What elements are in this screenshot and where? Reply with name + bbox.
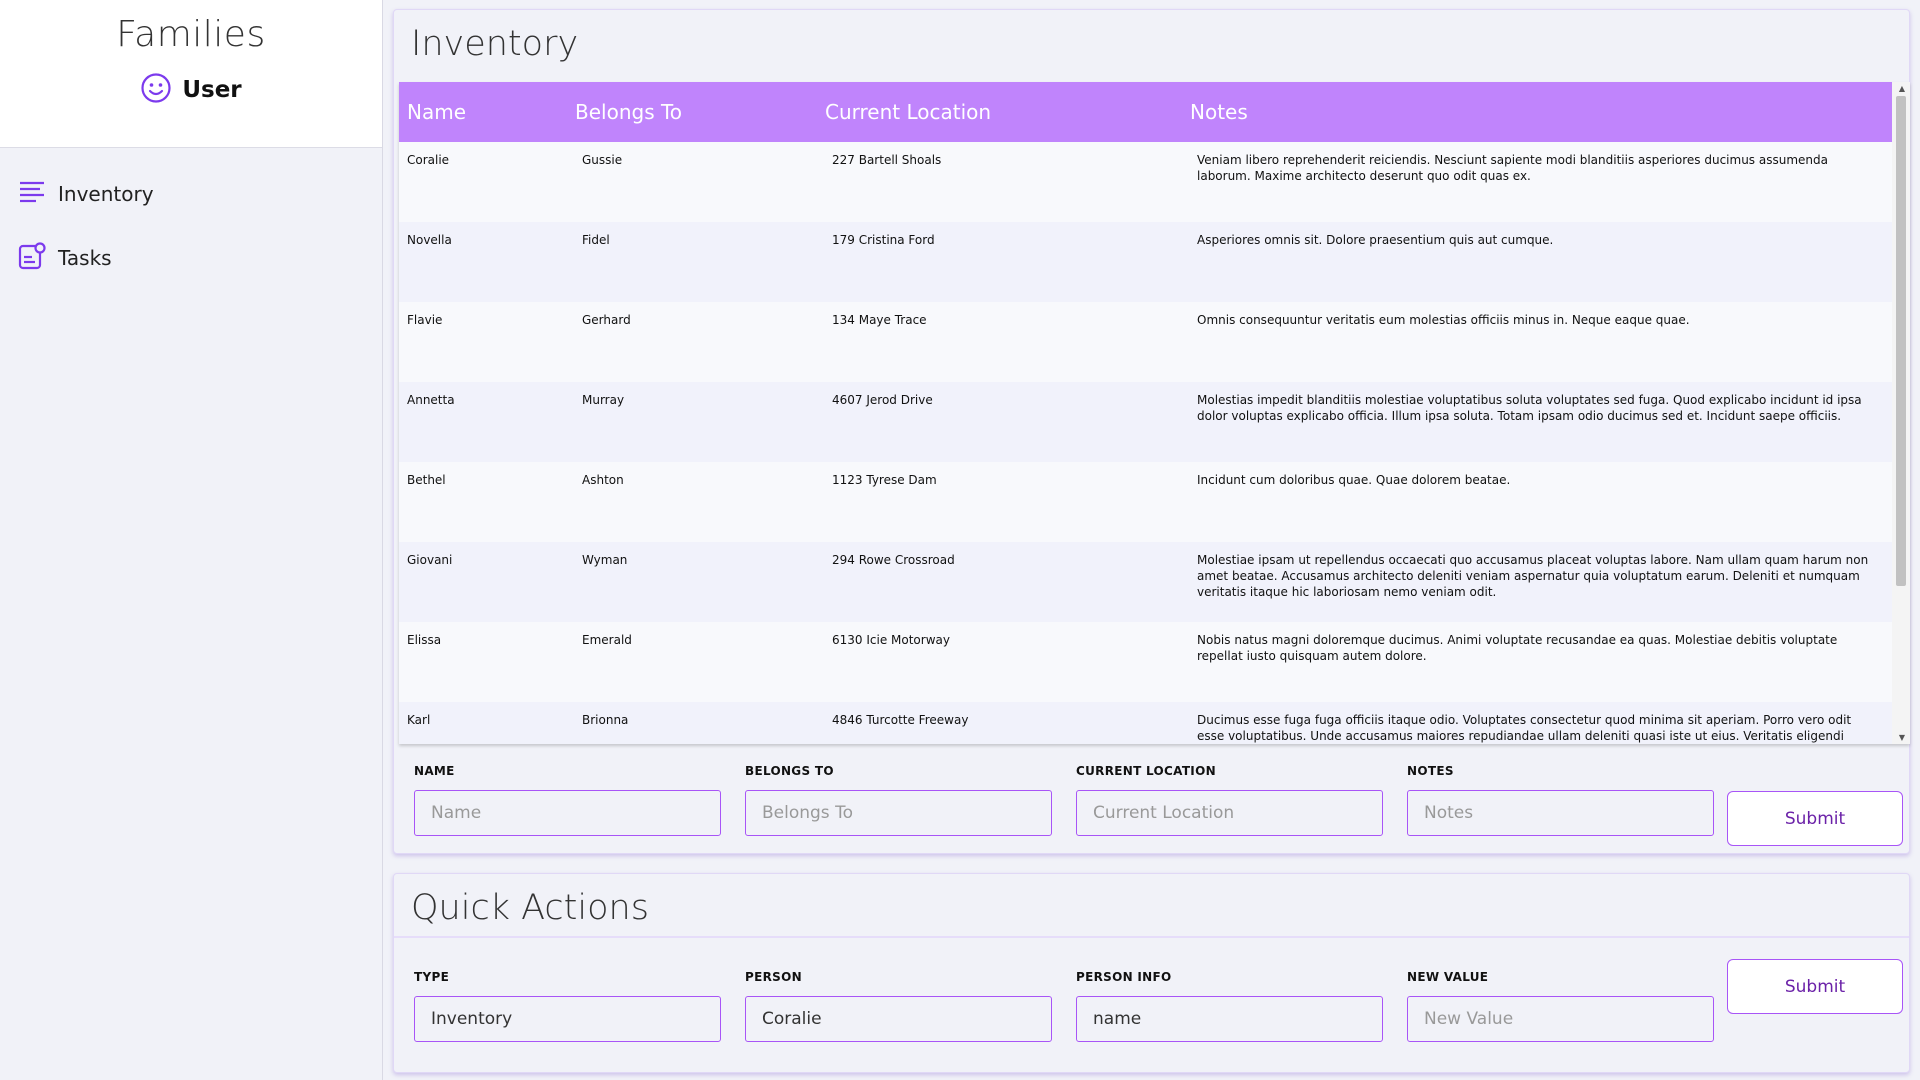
quick-actions-title: Quick Actions bbox=[394, 874, 1909, 938]
cell-belongs-to: Gerhard bbox=[582, 313, 631, 327]
user-profile[interactable]: User bbox=[0, 72, 382, 108]
inventory-title: Inventory bbox=[411, 24, 579, 64]
cell-notes: Ducimus esse fuga fuga officiis itaque o… bbox=[1197, 713, 1852, 743]
quick-actions-submit-button[interactable]: Submit bbox=[1727, 959, 1903, 1014]
user-name: User bbox=[182, 77, 242, 103]
cell-belongs-to: Fidel bbox=[582, 233, 610, 247]
table-scrollbar[interactable]: ▲ ▼ bbox=[1892, 82, 1910, 744]
sidebar-item-inventory[interactable]: Inventory bbox=[0, 162, 382, 226]
app-title: Families bbox=[116, 14, 266, 55]
current-location-field-group: Current Location bbox=[1076, 764, 1383, 836]
type-field-group: Type bbox=[414, 970, 721, 1042]
scroll-up-arrow-icon[interactable]: ▲ bbox=[1899, 84, 1905, 93]
person-info-input[interactable] bbox=[1076, 996, 1383, 1042]
cell-belongs-to: Murray bbox=[582, 393, 625, 407]
scroll-down-arrow-icon[interactable]: ▼ bbox=[1899, 733, 1905, 742]
cell-notes: Molestias impedit blanditiis molestiae v… bbox=[1197, 393, 1862, 423]
cell-notes: Incidunt cum doloribus quae. Quae dolore… bbox=[1197, 473, 1511, 487]
table-row[interactable]: Novella Fidel 179 Cristina Ford Asperior… bbox=[399, 222, 1892, 302]
quick-actions-card: Quick Actions Type Person Person Info Ne… bbox=[393, 873, 1910, 1073]
inventory-submit-button[interactable]: Submit bbox=[1727, 791, 1903, 846]
notes-label: Notes bbox=[1407, 764, 1454, 778]
cell-current-location: 294 Rowe Crossroad bbox=[832, 553, 955, 567]
sidebar: Families User Inventory Tasks bbox=[0, 0, 383, 1080]
current-location-input[interactable] bbox=[1076, 790, 1383, 836]
cell-notes: Nobis natus magni doloremque ducimus. An… bbox=[1197, 633, 1838, 663]
inventory-table-container: Name Belongs To Current Location Notes C… bbox=[399, 82, 1910, 744]
clipboard-user-icon bbox=[18, 241, 46, 275]
belongs-to-label: Belongs To bbox=[745, 764, 834, 778]
person-label: Person bbox=[745, 970, 802, 984]
notes-field-group: Notes bbox=[1407, 764, 1714, 836]
table-row[interactable]: Bethel Ashton 1123 Tyrese Dam Incidunt c… bbox=[399, 462, 1892, 542]
cell-current-location: 4846 Turcotte Freeway bbox=[832, 713, 969, 727]
notes-input[interactable] bbox=[1407, 790, 1714, 836]
belongs-to-input[interactable] bbox=[745, 790, 1052, 836]
cell-current-location: 227 Bartell Shoals bbox=[832, 153, 942, 167]
cell-current-location: 1123 Tyrese Dam bbox=[832, 473, 937, 487]
cell-name: Karl bbox=[407, 713, 431, 727]
cell-name: Annetta bbox=[407, 393, 455, 407]
cell-name: Novella bbox=[407, 233, 452, 247]
new-value-input[interactable] bbox=[1407, 996, 1714, 1042]
table-row[interactable]: Giovani Wyman 294 Rowe Crossroad Molesti… bbox=[399, 542, 1892, 622]
cell-notes: Molestiae ipsam ut repellendus occaecati… bbox=[1197, 553, 1869, 599]
belongs-to-field-group: Belongs To bbox=[745, 764, 1052, 836]
cell-belongs-to: Ashton bbox=[582, 473, 624, 487]
name-label: Name bbox=[414, 764, 455, 778]
cell-name: Giovani bbox=[407, 553, 453, 567]
new-value-label: New Value bbox=[1407, 970, 1489, 984]
cell-name: Elissa bbox=[407, 633, 442, 647]
cell-notes: Asperiores omnis sit. Dolore praesentium… bbox=[1197, 233, 1554, 247]
sidebar-nav: Inventory Tasks bbox=[0, 148, 382, 290]
sidebar-header: Families User bbox=[0, 0, 382, 148]
cell-notes: Omnis consequuntur veritatis eum molesti… bbox=[1197, 313, 1690, 327]
scrollbar-thumb[interactable] bbox=[1896, 96, 1906, 586]
table-row[interactable]: Flavie Gerhard 134 Maye Trace Omnis cons… bbox=[399, 302, 1892, 382]
cell-belongs-to: Brionna bbox=[582, 713, 629, 727]
person-info-label: Person Info bbox=[1076, 970, 1172, 984]
smiley-icon bbox=[140, 72, 172, 108]
table-row[interactable]: Coralie Gussie 227 Bartell Shoals Veniam… bbox=[399, 142, 1892, 222]
person-input[interactable] bbox=[745, 996, 1052, 1042]
type-label: Type bbox=[414, 970, 450, 984]
type-input[interactable] bbox=[414, 996, 721, 1042]
cell-current-location: 4607 Jerod Drive bbox=[832, 393, 933, 407]
name-input[interactable] bbox=[414, 790, 721, 836]
cell-belongs-to: Emerald bbox=[582, 633, 632, 647]
column-header-current-location[interactable]: Current Location bbox=[817, 82, 1182, 142]
table-row[interactable]: Annetta Murray 4607 Jerod Drive Molestia… bbox=[399, 382, 1892, 462]
cell-belongs-to: Gussie bbox=[582, 153, 623, 167]
inventory-table: Name Belongs To Current Location Notes C… bbox=[399, 82, 1892, 744]
inventory-card: Inventory Name Belongs To Current Locati… bbox=[393, 9, 1910, 854]
cell-current-location: 134 Maye Trace bbox=[832, 313, 927, 327]
cell-belongs-to: Wyman bbox=[582, 553, 628, 567]
cell-name: Bethel bbox=[407, 473, 446, 487]
table-header-row: Name Belongs To Current Location Notes bbox=[399, 82, 1892, 142]
sidebar-item-label: Inventory bbox=[58, 182, 154, 206]
new-value-field-group: New Value bbox=[1407, 970, 1714, 1042]
table-row[interactable]: Elissa Emerald 6130 Icie Motorway Nobis … bbox=[399, 622, 1892, 702]
column-header-belongs-to[interactable]: Belongs To bbox=[567, 82, 817, 142]
name-field-group: Name bbox=[414, 764, 721, 836]
cell-current-location: 179 Cristina Ford bbox=[832, 233, 935, 247]
column-header-name[interactable]: Name bbox=[399, 82, 567, 142]
cell-current-location: 6130 Icie Motorway bbox=[832, 633, 950, 647]
table-row[interactable]: Karl Brionna 4846 Turcotte Freeway Ducim… bbox=[399, 702, 1892, 744]
person-field-group: Person bbox=[745, 970, 1052, 1042]
cell-name: Flavie bbox=[407, 313, 443, 327]
column-header-notes[interactable]: Notes bbox=[1182, 82, 1892, 142]
sidebar-item-tasks[interactable]: Tasks bbox=[0, 226, 382, 290]
current-location-label: Current Location bbox=[1076, 764, 1216, 778]
cell-name: Coralie bbox=[407, 153, 450, 167]
list-lines-icon bbox=[18, 178, 46, 211]
person-info-field-group: Person Info bbox=[1076, 970, 1383, 1042]
cell-notes: Veniam libero reprehenderit reiciendis. … bbox=[1197, 153, 1828, 183]
sidebar-item-label: Tasks bbox=[58, 246, 112, 270]
